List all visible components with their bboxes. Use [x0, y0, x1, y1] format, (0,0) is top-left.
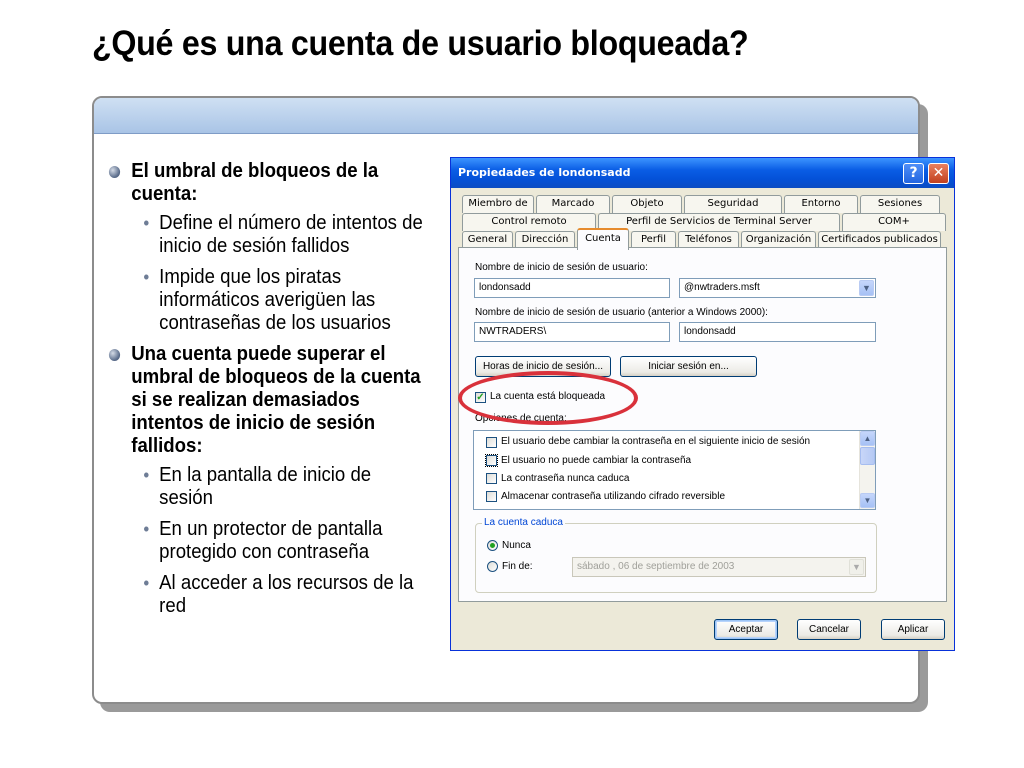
sub-bullet-text: En la pantalla de inicio de sesión [159, 464, 372, 509]
account-expires-label: La cuenta caduca [482, 517, 565, 528]
never-radio[interactable] [487, 540, 498, 551]
sub-bullet-text: Al acceder a los recursos de la red [159, 572, 414, 617]
tab-com-[interactable]: COM+ [842, 213, 946, 231]
pre2000-label: Nombre de inicio de sesión de usuario (a… [475, 307, 768, 318]
sub-bullet-icon: • [143, 213, 150, 233]
logon-name-label: Nombre de inicio de sesión de usuario: [475, 262, 648, 273]
option-label: Almacenar contraseña utilizando cifrado … [501, 491, 726, 502]
end-of-label: Fin de: [502, 561, 533, 572]
bullet-lockout-threshold: El umbral de bloqueos de la cuenta: [108, 160, 424, 206]
sub-bullet: • Al acceder a los recursos de la red [108, 572, 424, 618]
tab-marcado[interactable]: Marcado [536, 195, 610, 213]
bullet-icon [108, 349, 121, 361]
tab-miembro-de[interactable]: Miembro de [462, 195, 534, 213]
dialog-title: Propiedades de londonsadd [458, 166, 631, 179]
pre2000-domain-input[interactable]: NWTRADERS\ [474, 322, 670, 342]
dialog-titlebar[interactable]: Propiedades de londonsadd ? ✕ [451, 158, 954, 188]
locked-checkbox-highlight [458, 371, 638, 425]
sub-bullet-icon: • [143, 267, 150, 287]
options-scrollbar[interactable]: ▲ ▼ [859, 431, 875, 509]
logon-to-button[interactable]: Iniciar sesión en... [620, 356, 757, 377]
sub-bullet-text: Define el número de intentos de inicio d… [159, 212, 423, 257]
option-checkbox[interactable] [486, 437, 497, 448]
sub-bullet-icon: • [143, 573, 150, 593]
bullet-exceed-threshold: Una cuenta puede superar el umbral de bl… [108, 343, 424, 458]
bullet-text: El umbral de bloqueos de la cuenta: [131, 160, 379, 205]
domain-value: @nwtraders.msft [684, 282, 760, 293]
end-date-value: sábado , 06 de septiembre de 2003 [577, 561, 735, 572]
close-button[interactable]: ✕ [928, 163, 949, 184]
help-button[interactable]: ? [903, 163, 924, 184]
slide-title: ¿Qué es una cuenta de usuario bloqueada? [92, 24, 749, 63]
tab-control-remoto[interactable]: Control remoto [462, 213, 596, 231]
sub-bullet: • En un protector de pantalla protegido … [108, 518, 424, 564]
bullet-icon [108, 166, 121, 178]
option-label: El usuario debe cambiar la contraseña en… [501, 436, 811, 447]
option-label: El usuario no puede cambiar la contraseñ… [501, 455, 692, 466]
chevron-down-icon[interactable]: ▼ [859, 280, 874, 296]
panel-header-bar [94, 98, 918, 134]
cancel-button[interactable]: Cancelar [797, 619, 861, 640]
sub-bullet: • Define el número de intentos de inicio… [108, 212, 424, 258]
apply-button[interactable]: Aplicar [881, 619, 945, 640]
sub-bullet-text: En un protector de pantalla protegido co… [159, 518, 383, 563]
never-label: Nunca [502, 540, 531, 551]
sub-bullet-icon: • [143, 519, 150, 539]
tab-objeto[interactable]: Objeto [612, 195, 682, 213]
tab-entorno[interactable]: Entorno [784, 195, 858, 213]
sub-bullet: • Impide que los piratas informáticos av… [108, 266, 424, 335]
option-checkbox[interactable] [486, 491, 497, 502]
tab-seguridad[interactable]: Seguridad [684, 195, 782, 213]
chevron-down-icon[interactable]: ▼ [849, 559, 864, 575]
end-date-picker[interactable]: sábado , 06 de septiembre de 2003 ▼ [572, 557, 866, 577]
domain-select[interactable]: @nwtraders.msft ▼ [679, 278, 876, 298]
sub-bullet-icon: • [143, 465, 150, 485]
option-label: La contraseña nunca caduca [501, 473, 630, 484]
end-of-radio[interactable] [487, 561, 498, 572]
bullet-list: El umbral de bloqueos de la cuenta: • De… [108, 160, 448, 626]
tab-cuenta[interactable]: Cuenta [577, 228, 629, 250]
scroll-down-icon[interactable]: ▼ [860, 493, 875, 508]
pre2000-name-input[interactable]: londonsadd [679, 322, 876, 342]
bullet-text: Una cuenta puede superar el umbral de bl… [131, 343, 421, 457]
sub-bullet-text: Impide que los piratas informáticos aver… [159, 266, 391, 334]
sub-bullet: • En la pantalla de inicio de sesión [108, 464, 424, 510]
tab-sesiones[interactable]: Sesiones [860, 195, 940, 213]
scroll-up-icon[interactable]: ▲ [860, 431, 875, 446]
ok-button[interactable]: Aceptar [714, 619, 778, 640]
scroll-thumb[interactable] [860, 447, 875, 465]
logon-name-input[interactable]: londonsadd [474, 278, 670, 298]
option-checkbox[interactable] [486, 473, 497, 484]
option-checkbox[interactable] [485, 454, 498, 467]
tab-perfil-de-servicios-de-terminal-server[interactable]: Perfil de Servicios de Terminal Server [598, 213, 840, 231]
